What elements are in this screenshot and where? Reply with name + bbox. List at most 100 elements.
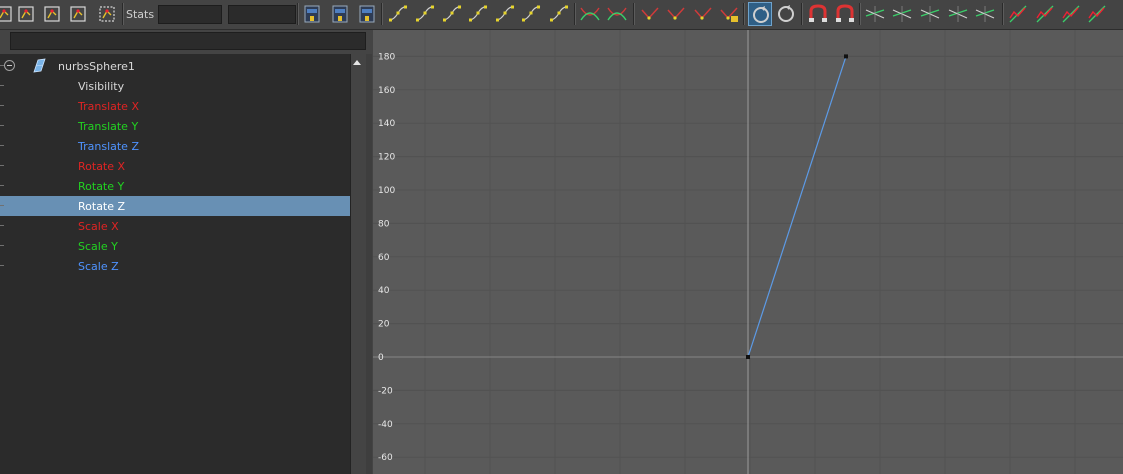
scroll-up-icon[interactable] — [353, 60, 361, 65]
unify-tangents-button[interactable] — [605, 2, 629, 26]
lattice-deform-icon — [70, 6, 86, 22]
channel-label: Scale X — [78, 220, 119, 233]
auto-load-icon — [753, 6, 769, 23]
outliner-item-object[interactable]: nurbsSphere1 — [0, 56, 350, 76]
region-select-button[interactable] — [95, 2, 119, 26]
y-tick-label: 180 — [378, 52, 395, 62]
free-tangent-weight-button[interactable] — [638, 2, 662, 26]
outliner-scrollbar[interactable] — [350, 54, 364, 474]
channel-label: Scale Y — [78, 240, 118, 253]
stacked-view-icon — [1088, 5, 1106, 23]
frame-playback-button[interactable] — [328, 2, 352, 26]
row-tick — [0, 105, 4, 106]
auto-tangent-button[interactable] — [386, 2, 410, 26]
stacked-view-button[interactable] — [1085, 2, 1109, 26]
auto-load-button[interactable] — [748, 2, 772, 26]
weighted-tangents-button[interactable] — [691, 2, 715, 26]
row-tick — [0, 145, 4, 146]
load-selected-button[interactable] — [774, 2, 798, 26]
curve-graph[interactable]: 180 160 140 120 100 80 60 40 20 0 -20 -40 -60 — [373, 30, 1123, 474]
normalize-curves-icon — [1009, 5, 1027, 23]
y-tick-label: -40 — [378, 420, 393, 430]
outliner-item-channel[interactable]: Translate X — [0, 96, 350, 116]
y-tick-label: 60 — [378, 253, 390, 263]
animation-curve — [747, 56, 847, 358]
y-tick-label: 40 — [378, 286, 390, 296]
value-snap-button[interactable] — [833, 2, 857, 26]
toolbar-separator — [381, 3, 383, 25]
outliner-list: nurbsSphere1 Visibility Translate X Transl… — [0, 54, 350, 474]
insert-key-button[interactable] — [40, 2, 64, 26]
toolbar-separator — [801, 3, 803, 25]
outliner-item-channel[interactable]: Scale Z — [0, 256, 350, 276]
break-tangents-icon — [580, 7, 600, 21]
row-tick — [0, 265, 4, 266]
nurbs-surface-icon — [33, 58, 46, 73]
outliner-filter-input[interactable] — [10, 32, 366, 50]
keyframe[interactable] — [746, 355, 750, 359]
time-snap-icon — [809, 4, 827, 22]
constant-infinity-button[interactable] — [973, 2, 997, 26]
row-tick — [0, 125, 4, 126]
post-infinity-offset-button[interactable] — [946, 2, 970, 26]
center-current-time-button[interactable] — [355, 2, 379, 26]
center-current-time-icon — [359, 5, 375, 23]
collapse-icon[interactable] — [4, 60, 15, 71]
y-tick-label: 80 — [378, 219, 390, 229]
time-snap-button[interactable] — [806, 2, 830, 26]
channel-label: Visibility — [78, 80, 125, 93]
channel-label: Scale Z — [78, 260, 119, 273]
step-tangent-button[interactable] — [519, 2, 543, 26]
outliner-item-channel[interactable]: Translate Y — [0, 116, 350, 136]
pre-infinity-cycle-button[interactable] — [863, 2, 887, 26]
buffer-curve-button[interactable] — [14, 2, 38, 26]
keyframe[interactable] — [844, 54, 848, 59]
stats-frame-field[interactable] — [158, 5, 222, 24]
channel-label: Rotate Z — [78, 200, 126, 213]
flat-tangent-button[interactable] — [493, 2, 517, 26]
outliner-item-channel[interactable]: Rotate X — [0, 156, 350, 176]
frame-all-button[interactable] — [300, 2, 324, 26]
toolbar-separator — [297, 3, 299, 25]
lock-tangent-weight-button[interactable] — [664, 2, 688, 26]
pre-infinity-offset-button[interactable] — [890, 2, 914, 26]
absolute-view-icon — [1062, 5, 1080, 23]
row-tick — [0, 185, 4, 186]
outliner-item-channel[interactable]: Scale X — [0, 216, 350, 236]
clamped-tangent-button[interactable] — [440, 2, 464, 26]
linear-tangent-button[interactable] — [466, 2, 490, 26]
lock-weight-icon — [720, 7, 738, 22]
flat-tangent-icon — [495, 5, 515, 22]
graph-editor-outliner: nurbsSphere1 Visibility Translate X Transl… — [0, 30, 372, 474]
row-tick — [0, 205, 4, 206]
curve-graph-view[interactable]: 180 160 140 120 100 80 60 40 20 0 -20 -40 -60 — [373, 30, 1123, 474]
outliner-item-channel[interactable]: Rotate Y — [0, 176, 350, 196]
break-tangents-button[interactable] — [578, 2, 602, 26]
y-tick-label: -60 — [378, 453, 393, 463]
outliner-item-channel[interactable]: Translate Z — [0, 136, 350, 156]
normalize-curves-button[interactable] — [1006, 2, 1030, 26]
spline-tangent-button[interactable] — [413, 2, 437, 26]
y-tick-label: -20 — [378, 386, 393, 396]
clamped-tangent-icon — [442, 5, 462, 22]
auto-tangent-icon — [388, 5, 408, 22]
absolute-view-button[interactable] — [1059, 2, 1083, 26]
plateau-tangent-button[interactable] — [547, 2, 571, 26]
toolbar-separator — [122, 3, 124, 25]
unify-tangents-icon — [607, 7, 627, 21]
free-tangent-weight-icon — [641, 7, 659, 20]
stats-value-field[interactable] — [228, 5, 296, 24]
channel-label: Rotate Y — [78, 180, 125, 193]
outliner-item-channel[interactable]: Visibility — [0, 76, 350, 96]
y-tick-label: 160 — [378, 86, 395, 96]
post-infinity-cycle-button[interactable] — [918, 2, 942, 26]
row-tick — [0, 225, 4, 226]
toolbar-separator — [743, 3, 745, 25]
lattice-deform-button[interactable] — [66, 2, 90, 26]
panel-splitter[interactable] — [366, 54, 372, 474]
lock-weight-button[interactable] — [717, 2, 741, 26]
outliner-item-channel[interactable]: Scale Y — [0, 236, 350, 256]
channel-label: Translate Z — [78, 140, 139, 153]
denormalize-curves-button[interactable] — [1033, 2, 1057, 26]
outliner-item-channel[interactable]: Rotate Z — [0, 196, 350, 216]
